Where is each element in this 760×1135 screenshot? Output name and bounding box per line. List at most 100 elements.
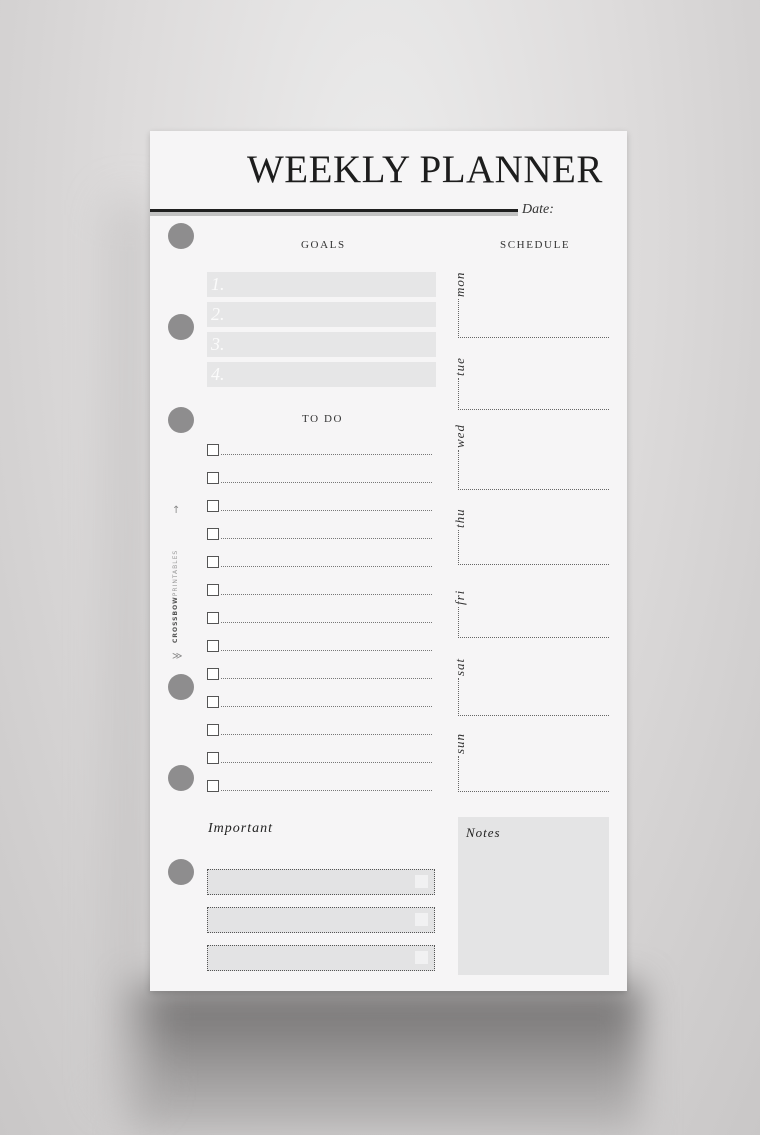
arrow-head-icon: ↑ bbox=[172, 505, 181, 516]
day-divider-vertical bbox=[458, 678, 459, 716]
punch-hole bbox=[168, 314, 194, 340]
important-checkbox[interactable] bbox=[415, 951, 428, 964]
schedule-day-sun[interactable]: sun bbox=[452, 720, 609, 792]
todo-item bbox=[207, 640, 432, 654]
todo-line[interactable] bbox=[221, 454, 432, 455]
important-field[interactable] bbox=[207, 945, 435, 971]
todo-checkbox[interactable] bbox=[207, 444, 219, 456]
schedule-day-sat[interactable]: sat bbox=[452, 642, 609, 716]
important-field[interactable] bbox=[207, 907, 435, 933]
day-label: mon bbox=[452, 271, 467, 297]
todo-checkbox[interactable] bbox=[207, 472, 219, 484]
todo-checkbox[interactable] bbox=[207, 556, 219, 568]
punch-hole bbox=[168, 765, 194, 791]
todo-item bbox=[207, 668, 432, 682]
punch-hole bbox=[168, 859, 194, 885]
page-title: WEEKLY PLANNER bbox=[247, 148, 603, 191]
planner-page: WEEKLY PLANNER Date: ↑ CROSSBOWPRINTABLE… bbox=[150, 131, 627, 991]
notes-box[interactable]: Notes bbox=[458, 817, 609, 975]
schedule-day-tue[interactable]: tue bbox=[452, 342, 609, 410]
day-divider-horizontal bbox=[458, 564, 609, 565]
day-label: wed bbox=[452, 424, 467, 448]
schedule-heading: SCHEDULE bbox=[500, 239, 571, 251]
goals-heading: GOALS bbox=[301, 239, 346, 251]
brand-watermark: ↑ CROSSBOWPRINTABLES ≫ bbox=[172, 505, 184, 671]
punch-hole bbox=[168, 223, 194, 249]
goal-field[interactable]: 2. bbox=[207, 302, 436, 327]
todo-checkbox[interactable] bbox=[207, 752, 219, 764]
punch-hole bbox=[168, 674, 194, 700]
todo-checkbox[interactable] bbox=[207, 668, 219, 680]
brand-bold: CROSSBOW bbox=[172, 596, 179, 643]
todo-line[interactable] bbox=[221, 482, 432, 483]
goal-field[interactable]: 4. bbox=[207, 362, 436, 387]
day-divider-vertical bbox=[458, 450, 459, 490]
schedule-day-mon[interactable]: mon bbox=[452, 263, 609, 338]
todo-checkbox[interactable] bbox=[207, 640, 219, 652]
todo-item bbox=[207, 780, 432, 794]
todo-line[interactable] bbox=[221, 678, 432, 679]
day-divider-vertical bbox=[458, 299, 459, 338]
todo-line[interactable] bbox=[221, 566, 432, 567]
todo-checkbox[interactable] bbox=[207, 612, 219, 624]
todo-item bbox=[207, 696, 432, 710]
todo-line[interactable] bbox=[221, 734, 432, 735]
goal-number: 1. bbox=[211, 274, 225, 294]
todo-line[interactable] bbox=[221, 650, 432, 651]
day-divider-horizontal bbox=[458, 489, 609, 490]
todo-item bbox=[207, 528, 432, 542]
todo-item bbox=[207, 612, 432, 626]
todo-checkbox[interactable] bbox=[207, 584, 219, 596]
todo-checkbox[interactable] bbox=[207, 500, 219, 512]
goal-number: 3. bbox=[211, 334, 225, 354]
todo-checkbox[interactable] bbox=[207, 696, 219, 708]
todo-item bbox=[207, 584, 432, 598]
todo-item bbox=[207, 724, 432, 738]
day-label: thu bbox=[452, 508, 467, 528]
punch-hole bbox=[168, 407, 194, 433]
day-label: tue bbox=[452, 357, 467, 376]
todo-checkbox[interactable] bbox=[207, 528, 219, 540]
important-checkbox[interactable] bbox=[415, 875, 428, 888]
todo-line[interactable] bbox=[221, 706, 432, 707]
day-divider-horizontal bbox=[458, 409, 609, 410]
todo-item bbox=[207, 752, 432, 766]
day-divider-vertical bbox=[458, 607, 459, 638]
schedule-day-fri[interactable]: fri bbox=[452, 571, 609, 638]
todo-line[interactable] bbox=[221, 762, 432, 763]
todo-line[interactable] bbox=[221, 594, 432, 595]
todo-item bbox=[207, 472, 432, 486]
todo-line[interactable] bbox=[221, 622, 432, 623]
page-side-shadow bbox=[110, 200, 150, 1100]
brand-text: CROSSBOWPRINTABLES bbox=[172, 550, 179, 643]
todo-line[interactable] bbox=[221, 790, 432, 791]
day-divider-vertical bbox=[458, 756, 459, 792]
goal-field[interactable]: 3. bbox=[207, 332, 436, 357]
schedule-day-thu[interactable]: thu bbox=[452, 494, 609, 565]
arrow-fletching-icon: ≫ bbox=[172, 651, 183, 662]
day-label: fri bbox=[452, 589, 467, 605]
todo-checkbox[interactable] bbox=[207, 780, 219, 792]
todo-heading: TO DO bbox=[302, 413, 344, 425]
todo-item bbox=[207, 444, 432, 458]
day-divider-vertical bbox=[458, 378, 459, 410]
important-label: Important bbox=[208, 821, 273, 836]
todo-checkbox[interactable] bbox=[207, 724, 219, 736]
title-rule-shadow bbox=[150, 212, 518, 216]
day-divider-horizontal bbox=[458, 715, 609, 716]
todo-item bbox=[207, 500, 432, 514]
day-divider-horizontal bbox=[458, 637, 609, 638]
page-shadow bbox=[130, 985, 640, 1135]
todo-line[interactable] bbox=[221, 510, 432, 511]
schedule-day-wed[interactable]: wed bbox=[452, 414, 609, 490]
day-divider-horizontal bbox=[458, 337, 609, 338]
todo-line[interactable] bbox=[221, 538, 432, 539]
important-field[interactable] bbox=[207, 869, 435, 895]
important-checkbox[interactable] bbox=[415, 913, 428, 926]
day-label: sun bbox=[452, 732, 467, 754]
date-field[interactable]: Date: bbox=[522, 202, 554, 218]
day-divider-vertical bbox=[458, 530, 459, 565]
goal-field[interactable]: 1. bbox=[207, 272, 436, 297]
brand-light: PRINTABLES bbox=[172, 549, 179, 597]
day-divider-horizontal bbox=[458, 791, 609, 792]
